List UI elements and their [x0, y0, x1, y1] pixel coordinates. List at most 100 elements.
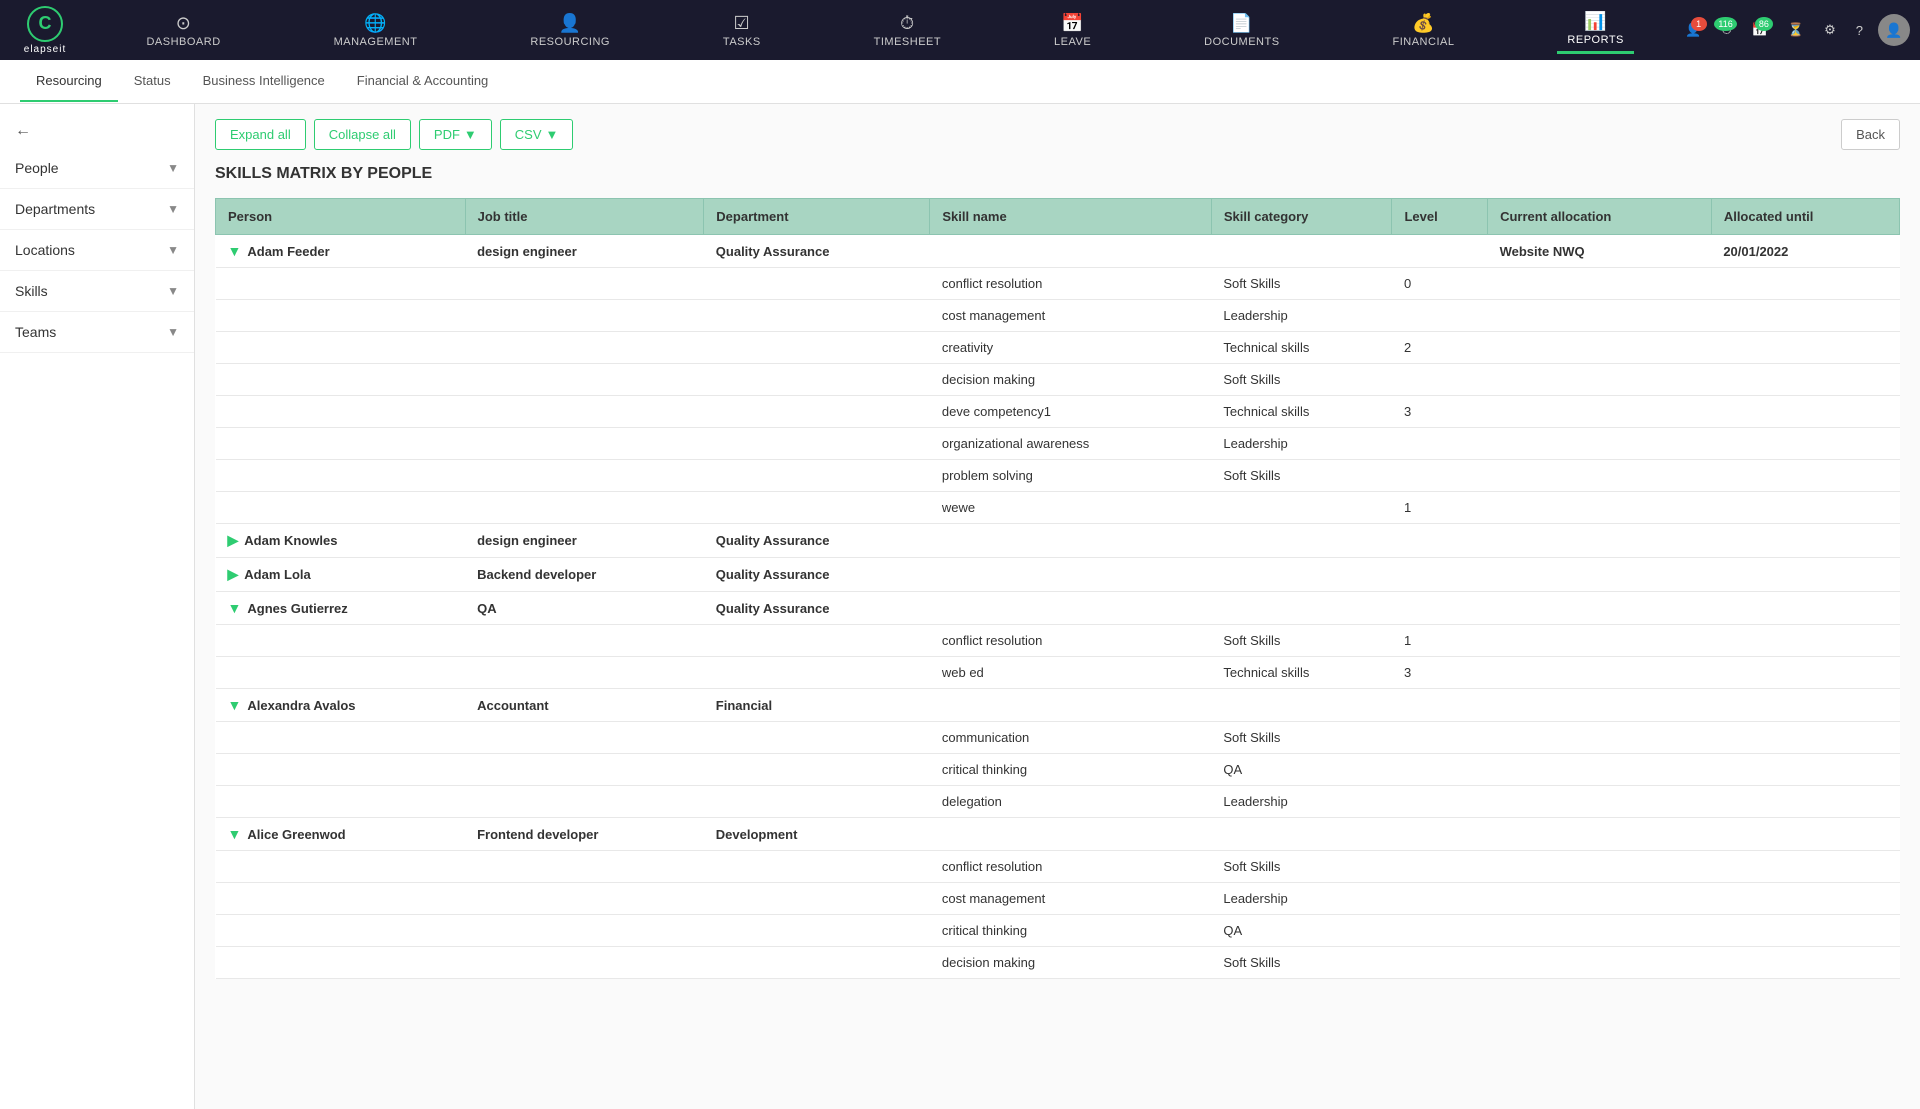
- sidebar-item-skills[interactable]: Skills ▼: [0, 271, 194, 312]
- table-row: cost management Leadership: [216, 883, 1900, 915]
- nav-resourcing[interactable]: 👤 RESOURCING: [520, 8, 620, 53]
- timesheet-notification-btn[interactable]: ⏱ 116: [1717, 17, 1737, 43]
- user-avatar[interactable]: 👤: [1878, 14, 1910, 46]
- person-name-cell: [216, 364, 466, 396]
- toolbar-right: Back: [1841, 119, 1900, 150]
- col-person: Person: [216, 199, 466, 235]
- job-title-cell: [465, 657, 704, 689]
- skill-name-cell: [930, 558, 1212, 592]
- sidebar-locations-label: Locations: [15, 242, 75, 258]
- sidebar-item-locations[interactable]: Locations ▼: [0, 230, 194, 271]
- sub-nav-status[interactable]: Status: [118, 61, 187, 102]
- table-row[interactable]: ▼Agnes Gutierrez QA Quality Assurance: [216, 592, 1900, 625]
- table-row: web ed Technical skills 3: [216, 657, 1900, 689]
- allocation-cell: [1488, 492, 1712, 524]
- timer-btn[interactable]: ⏳: [1783, 17, 1809, 43]
- app-logo[interactable]: C elapseit: [10, 6, 80, 55]
- expand-icon[interactable]: ▶: [228, 566, 239, 582]
- table-body: ▼Adam Feeder design engineer Quality Ass…: [216, 235, 1900, 979]
- department-cell: [704, 460, 930, 492]
- chevron-down-icon: ▼: [167, 161, 179, 175]
- table-row[interactable]: ▶Adam Lola Backend developer Quality Ass…: [216, 558, 1900, 592]
- until-cell: [1711, 818, 1899, 851]
- skill-category-cell: [1211, 524, 1392, 558]
- nav-management[interactable]: 🌐 MANAGEMENT: [324, 8, 428, 53]
- person-name-cell: [216, 268, 466, 300]
- help-btn[interactable]: ?: [1851, 18, 1868, 43]
- department-cell: [704, 268, 930, 300]
- sidebar-item-teams[interactable]: Teams ▼: [0, 312, 194, 353]
- level-cell: 1: [1392, 492, 1488, 524]
- expand-all-button[interactable]: Expand all: [215, 119, 306, 150]
- skill-category-cell: QA: [1211, 754, 1392, 786]
- nav-dashboard[interactable]: ⊙ DASHBOARD: [136, 8, 230, 53]
- department-cell: Financial: [704, 689, 930, 722]
- leave-notification-btn[interactable]: 📅 86: [1747, 17, 1773, 43]
- table-row[interactable]: ▶Adam Knowles design engineer Quality As…: [216, 524, 1900, 558]
- collapse-icon[interactable]: ▼: [228, 826, 242, 842]
- table-row: problem solving Soft Skills: [216, 460, 1900, 492]
- level-cell: [1392, 722, 1488, 754]
- table-row: creativity Technical skills 2: [216, 332, 1900, 364]
- expand-icon[interactable]: ▶: [228, 532, 239, 548]
- back-button[interactable]: Back: [1841, 119, 1900, 150]
- table-row: conflict resolution Soft Skills 1: [216, 625, 1900, 657]
- allocation-cell: [1488, 689, 1712, 722]
- sidebar-item-departments[interactable]: Departments ▼: [0, 189, 194, 230]
- collapse-icon[interactable]: ▼: [228, 697, 242, 713]
- back-arrow[interactable]: ←: [0, 114, 194, 148]
- collapse-icon[interactable]: ▼: [228, 600, 242, 616]
- sub-nav-bi[interactable]: Business Intelligence: [187, 61, 341, 102]
- collapse-icon[interactable]: ▼: [228, 243, 242, 259]
- person-name-cell: ▼Adam Feeder: [216, 235, 466, 268]
- person-name-cell: [216, 657, 466, 689]
- person-name-cell: [216, 947, 466, 979]
- department-cell: [704, 754, 930, 786]
- csv-button[interactable]: CSV ▼: [500, 119, 574, 150]
- sidebar-item-people[interactable]: People ▼: [0, 148, 194, 189]
- department-cell: Quality Assurance: [704, 558, 930, 592]
- table-row[interactable]: ▼Alexandra Avalos Accountant Financial: [216, 689, 1900, 722]
- until-cell: [1711, 300, 1899, 332]
- skill-name-cell: wewe: [930, 492, 1212, 524]
- timer-icon: ⏳: [1788, 22, 1804, 38]
- settings-btn[interactable]: ⚙: [1819, 17, 1841, 43]
- allocation-cell: [1488, 364, 1712, 396]
- skill-name-cell: [930, 592, 1212, 625]
- level-cell: [1392, 428, 1488, 460]
- nav-leave[interactable]: 📅 LEAVE: [1044, 8, 1101, 53]
- table-title: SKILLS MATRIX BY PEOPLE: [215, 165, 1900, 183]
- settings-icon: ⚙: [1824, 22, 1836, 38]
- people-notification-btn[interactable]: 👤 1: [1680, 17, 1706, 43]
- nav-timesheet[interactable]: ⏱ TIMESHEET: [864, 8, 951, 53]
- job-title-cell: [465, 722, 704, 754]
- until-cell: [1711, 915, 1899, 947]
- skill-name-cell: conflict resolution: [930, 851, 1212, 883]
- skill-category-cell: Technical skills: [1211, 332, 1392, 364]
- allocation-cell: [1488, 786, 1712, 818]
- collapse-all-button[interactable]: Collapse all: [314, 119, 411, 150]
- job-title-cell: [465, 364, 704, 396]
- nav-financial[interactable]: 💰 FINANCIAL: [1383, 8, 1465, 53]
- pdf-button[interactable]: PDF ▼: [419, 119, 492, 150]
- department-cell: [704, 947, 930, 979]
- avatar-icon: 👤: [1885, 22, 1902, 39]
- sub-nav-resourcing[interactable]: Resourcing: [20, 61, 118, 102]
- skill-category-cell: [1211, 558, 1392, 592]
- department-cell: Quality Assurance: [704, 592, 930, 625]
- job-title-cell: [465, 460, 704, 492]
- allocation-cell: [1488, 558, 1712, 592]
- nav-documents[interactable]: 📄 DOCUMENTS: [1194, 8, 1289, 53]
- nav-financial-label: FINANCIAL: [1393, 36, 1455, 48]
- table-row: cost management Leadership: [216, 300, 1900, 332]
- sub-nav-financial[interactable]: Financial & Accounting: [341, 61, 505, 102]
- skill-category-cell: Soft Skills: [1211, 722, 1392, 754]
- skill-category-cell: [1211, 689, 1392, 722]
- table-row[interactable]: ▼Adam Feeder design engineer Quality Ass…: [216, 235, 1900, 268]
- skill-name-cell: deve competency1: [930, 396, 1212, 428]
- department-cell: [704, 492, 930, 524]
- table-row[interactable]: ▼Alice Greenwod Frontend developer Devel…: [216, 818, 1900, 851]
- job-title-cell: [465, 300, 704, 332]
- nav-tasks[interactable]: ☑ TASKS: [713, 8, 771, 53]
- nav-reports[interactable]: 📊 REPORTS: [1557, 6, 1633, 54]
